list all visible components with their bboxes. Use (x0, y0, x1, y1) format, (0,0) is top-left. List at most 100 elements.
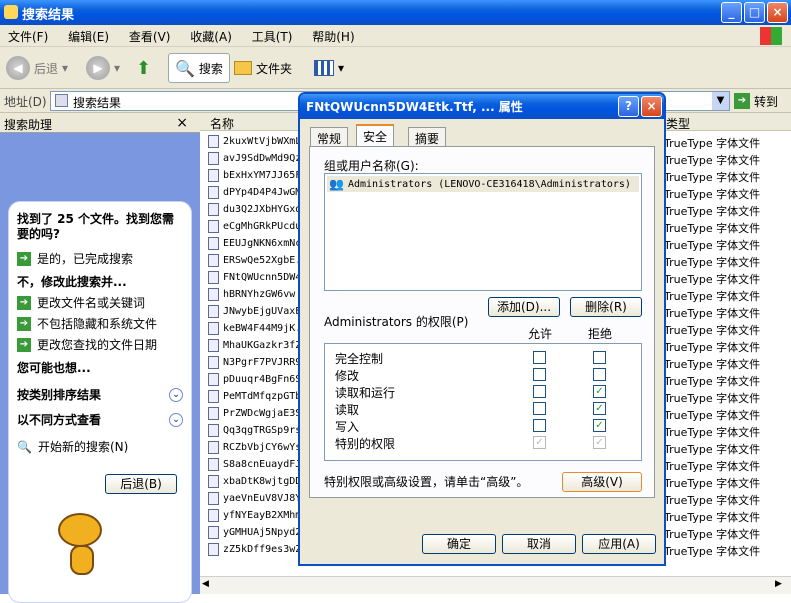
finished-search-link[interactable]: ➔ 是的，已完成搜索 (17, 250, 183, 267)
tab-summary[interactable]: 摘要 (408, 127, 447, 146)
view-differently-link[interactable]: 以不同方式查看 ⌄ (17, 411, 183, 428)
refine-option-link[interactable]: ➔ 不包括隐藏和系统文件 (17, 315, 183, 332)
help-button[interactable]: ? (618, 96, 639, 117)
file-name: N3PgrF7PVJRR9 (223, 357, 302, 368)
file-name: S8a8cnEuaydFJ (223, 459, 302, 470)
folders-button[interactable]: 文件夹 (234, 53, 292, 83)
file-row[interactable]: MhaUKGazkr3fZ (208, 337, 301, 354)
folder-icon (234, 61, 252, 75)
file-row[interactable]: PeMTdMfqzpGTb (208, 388, 301, 405)
file-row[interactable]: dPYp4D4P4JwGM (208, 184, 301, 201)
permission-allow-checkbox[interactable] (533, 385, 546, 398)
file-row[interactable]: bExHxYM7JJ65F (208, 167, 301, 184)
file-row[interactable]: yaeVnEuV8VJ8Y (208, 490, 301, 507)
file-type: TrueType 字体文件 (664, 137, 761, 150)
column-type[interactable]: 类型 (666, 115, 690, 132)
tab-security[interactable]: 安全 (356, 124, 395, 147)
font-file-icon (208, 339, 219, 352)
back-button[interactable]: ◀ 后退 ▾ (6, 53, 68, 83)
file-row[interactable]: xbaDtK8wjtgDD (208, 473, 301, 490)
tab-general[interactable]: 常规 (310, 127, 349, 146)
file-name: JNwybEjgUVaxE (223, 306, 302, 317)
security-tab-panel: 组或用户名称(G): 👥 Administrators (LENOVO-CE31… (309, 146, 655, 498)
assistant-back-button[interactable]: 后退(B) (105, 474, 177, 494)
permission-allow-checkbox[interactable] (533, 368, 546, 381)
close-pane-icon[interactable]: × (176, 115, 188, 131)
file-row[interactable]: PrZWDcWgjaE3S (208, 405, 301, 422)
permissions-label: Administrators 的权限(P) (324, 315, 469, 329)
menu-help[interactable]: 帮助(H) (304, 25, 362, 48)
scroll-left-icon[interactable]: ◀ (202, 579, 209, 589)
menu-file[interactable]: 文件(F) (0, 25, 56, 48)
permission-deny-checkbox[interactable]: ✓ (593, 419, 606, 432)
refine-option-link[interactable]: ➔ 更改文件名或关键词 (17, 294, 183, 311)
search-button[interactable]: 🔍 搜索 (168, 53, 230, 83)
go-button[interactable]: ➔ 转到 (734, 91, 778, 111)
cancel-button[interactable]: 取消 (502, 534, 576, 554)
file-name: xbaDtK8wjtgDD (223, 476, 302, 487)
up-folder-button[interactable]: ⬆ (136, 53, 151, 83)
permission-deny-checkbox[interactable]: ✓ (593, 402, 606, 415)
menu-view[interactable]: 查看(V) (121, 25, 179, 48)
minimize-button[interactable]: _ (721, 2, 742, 23)
file-name: zZ5kDff9es3wZ (223, 544, 302, 555)
views-button[interactable]: ▾ (314, 53, 344, 83)
ok-button[interactable]: 确定 (422, 534, 496, 554)
close-button[interactable]: × (767, 2, 788, 23)
menu-tools[interactable]: 工具(T) (244, 25, 301, 48)
column-name[interactable]: 名称 (210, 115, 234, 132)
file-row[interactable]: avJ9SdDwMd9Qz (208, 150, 301, 167)
file-row[interactable]: hBRNYhzGW6vw (208, 286, 295, 303)
file-row[interactable]: ERSwQe52XgbE. (208, 252, 301, 269)
remove-button[interactable]: 删除(R) (570, 297, 642, 317)
file-row[interactable]: 2kuxWtVjbWXmL (208, 133, 301, 150)
forward-button[interactable]: ▶ ▾ (86, 53, 120, 83)
sort-by-category-link[interactable]: 按类别排序结果 ⌄ (17, 386, 183, 403)
refine-option-label: 更改您查找的文件日期 (37, 338, 158, 352)
menu-edit[interactable]: 编辑(E) (60, 25, 117, 48)
permission-allow-checkbox[interactable] (533, 419, 546, 432)
address-dropdown-icon[interactable]: ▼ (712, 92, 729, 110)
file-row[interactable]: eCgMhGRkPUcdu (208, 218, 301, 235)
file-row[interactable]: S8a8cnEuaydFJ (208, 456, 301, 473)
add-button[interactable]: 添加(D)... (488, 297, 560, 317)
refine-option-link[interactable]: ➔ 更改您查找的文件日期 (17, 336, 183, 353)
horizontal-scrollbar[interactable]: ◀ ▶ (200, 576, 791, 594)
user-list-item[interactable]: 👥 Administrators (LENOVO-CE316418\Admini… (327, 176, 639, 192)
file-name: keBW4F44M9jK. (223, 323, 302, 334)
file-row[interactable]: du3Q2JXbHYGxd (208, 201, 301, 218)
file-row[interactable]: Qq3qgTRGSp9rs (208, 422, 301, 439)
new-search-link[interactable]: 🔍 开始新的搜索(N) (17, 438, 183, 455)
permission-deny-checkbox[interactable] (593, 368, 606, 381)
menu-favorites[interactable]: 收藏(A) (182, 25, 240, 48)
file-row[interactable]: keBW4F44M9jK. (208, 320, 301, 337)
file-row[interactable]: yfNYEayB2XMhm (208, 507, 301, 524)
file-name: yGMHUAj5Npyd2 (223, 527, 302, 538)
user-list[interactable]: 👥 Administrators (LENOVO-CE316418\Admini… (324, 173, 642, 291)
file-row[interactable]: EEUJgNKN6xmNc (208, 235, 301, 252)
view-label: 以不同方式查看 (17, 413, 102, 427)
file-row[interactable]: pDuuqr4BgFn6S (208, 371, 301, 388)
file-row[interactable]: RCZbVbjCY6wYs (208, 439, 301, 456)
apply-button[interactable]: 应用(A) (582, 534, 656, 554)
file-row[interactable]: JNwybEjgUVaxE (208, 303, 301, 320)
file-row[interactable]: zZ5kDff9es3wZ (208, 541, 301, 558)
permission-allow-checkbox[interactable] (533, 351, 546, 364)
file-row[interactable]: N3PgrF7PVJRR9 (208, 354, 301, 371)
font-file-icon (208, 526, 219, 539)
scroll-right-icon[interactable]: ▶ (775, 579, 782, 589)
advanced-button[interactable]: 高级(V) (562, 472, 642, 492)
advanced-note: 特别权限或高级设置，请单击“高级”。 (324, 475, 529, 489)
permission-deny-checkbox[interactable] (593, 351, 606, 364)
dialog-close-button[interactable]: × (641, 96, 662, 117)
file-row[interactable]: yGMHUAj5Npyd2 (208, 524, 301, 541)
file-row[interactable]: FNtQWUcnn5DW4 (208, 269, 301, 286)
permission-deny-checkbox[interactable]: ✓ (593, 385, 606, 398)
file-name: yaeVnEuV8VJ8Y (223, 493, 302, 504)
permission-allow-checkbox[interactable] (533, 402, 546, 415)
refine-option-label: 不包括隐藏和系统文件 (37, 317, 158, 331)
green-arrow-icon: ➔ (17, 251, 31, 266)
permission-name: 读取 (335, 403, 360, 417)
refine-option-label: 更改文件名或关键词 (37, 296, 146, 310)
maximize-button[interactable]: □ (744, 2, 765, 23)
